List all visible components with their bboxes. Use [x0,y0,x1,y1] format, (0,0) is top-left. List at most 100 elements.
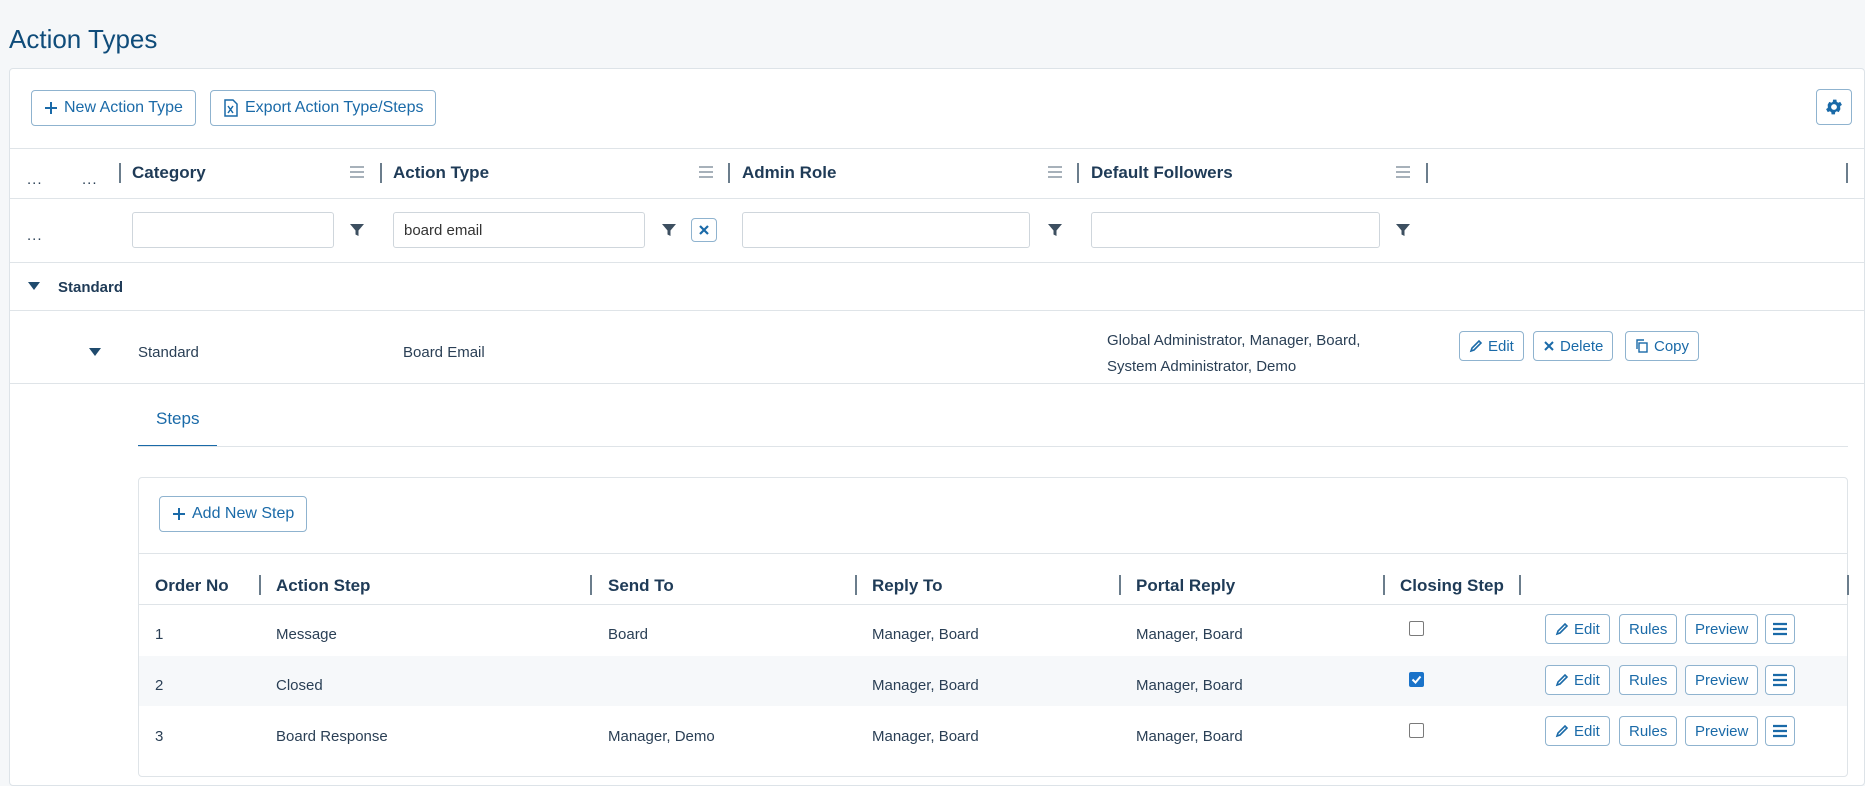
step-portal-reply: Manager, Board [1136,728,1243,745]
pencil-icon [1555,724,1569,738]
copy-button[interactable]: Copy [1625,331,1700,361]
step-send-to: Board [608,626,649,643]
order-no-column-header[interactable]: Order No [155,576,229,596]
action-types-card: New Action Type Export Action Type/Steps… [9,68,1865,786]
caret-down-icon[interactable] [88,347,102,357]
step-edit-label: Edit [1574,620,1600,638]
portal-reply-column-header[interactable]: Portal Reply [1136,576,1235,596]
step-reply-to: Manager, Board [872,677,979,694]
step-preview-label: Preview [1695,620,1749,638]
plus-icon [45,102,57,114]
check-icon [1411,675,1422,684]
export-label: Export Action Type/Steps [245,99,424,116]
delete-label: Delete [1560,337,1604,355]
action-type-filter-input[interactable] [393,212,645,248]
page-title: Action Types [9,24,158,54]
excel-file-icon [224,99,238,117]
step-rules-label: Rules [1629,722,1668,740]
filter-icon[interactable] [1395,222,1411,238]
step-edit-label: Edit [1574,671,1600,689]
action-type-column-header[interactable]: Action Type [393,163,489,183]
hamburger-icon [1773,622,1787,636]
step-order: 2 [155,677,164,694]
filter-icon[interactable] [1047,222,1063,238]
step-rules-button[interactable]: Rules [1619,614,1678,644]
copy-label: Copy [1654,337,1690,355]
close-icon [699,225,709,235]
category-column-header[interactable]: Category [132,163,206,183]
caret-down-icon[interactable] [27,281,41,291]
clear-filter-button[interactable] [691,218,717,242]
plus-icon [173,508,185,520]
copy-icon [1636,339,1648,353]
step-portal-reply: Manager, Board [1136,626,1243,643]
step-rules-button[interactable]: Rules [1619,716,1678,746]
default-followers-column-header[interactable]: Default Followers [1091,163,1233,183]
step-reply-to: Manager, Board [872,626,979,643]
closing-step-checkbox[interactable] [1409,672,1424,687]
edit-button[interactable]: Edit [1459,331,1524,361]
step-preview-button[interactable]: Preview [1685,716,1759,746]
send-to-column-header[interactable]: Send To [608,576,674,596]
step-send-to: Manager, Demo [608,728,715,745]
step-order: 3 [155,728,164,745]
step-preview-label: Preview [1695,722,1749,740]
column-menu-icon[interactable] [1047,165,1063,179]
default-followers-filter-input[interactable] [1091,212,1380,248]
column-menu-icon[interactable] [1395,165,1411,179]
closing-step-column-header[interactable]: Closing Step [1400,576,1504,596]
column-menu-icon[interactable] [698,165,714,179]
step-menu-button[interactable] [1765,716,1795,746]
admin-role-column-header[interactable]: Admin Role [742,163,836,183]
closing-step-checkbox[interactable] [1409,621,1424,636]
filter-icon[interactable] [349,222,365,238]
column-menu-icon[interactable] [349,165,365,179]
expand-column-header: ... [27,171,43,188]
step-edit-button[interactable]: Edit [1545,665,1610,695]
row-category: Standard [138,344,199,361]
step-menu-button[interactable] [1765,614,1795,644]
add-new-step-label: Add New Step [192,505,295,522]
step-name: Message [276,626,337,643]
gear-icon [1826,99,1842,115]
action-step-column-header[interactable]: Action Step [276,576,370,596]
filter-icon[interactable] [661,222,677,238]
tab-steps[interactable]: Steps [156,409,199,429]
step-preview-button[interactable]: Preview [1685,665,1759,695]
filter-row-dots: ... [27,227,43,244]
closing-step-checkbox[interactable] [1409,723,1424,738]
reply-to-column-header[interactable]: Reply To [872,576,943,596]
step-edit-button[interactable]: Edit [1545,614,1610,644]
settings-button[interactable] [1816,89,1852,125]
step-order: 1 [155,626,164,643]
step-name: Closed [276,677,323,694]
step-rules-label: Rules [1629,620,1668,638]
step-rules-label: Rules [1629,671,1668,689]
add-new-step-button[interactable]: Add New Step [159,496,308,532]
export-button[interactable]: Export Action Type/Steps [210,90,437,126]
row-followers-line2: System Administrator, Demo [1107,358,1297,375]
step-preview-label: Preview [1695,671,1749,689]
hamburger-icon [1773,724,1787,738]
pencil-icon [1555,622,1569,636]
close-icon [1544,341,1554,351]
row-followers-line1: Global Administrator, Manager, Board, [1107,332,1361,349]
step-menu-button[interactable] [1765,665,1795,695]
edit-label: Edit [1488,337,1514,355]
step-preview-button[interactable]: Preview [1685,614,1759,644]
step-edit-button[interactable]: Edit [1545,716,1610,746]
delete-button[interactable]: Delete [1533,331,1614,361]
step-rules-button[interactable]: Rules [1619,665,1678,695]
row-action-type: Board Email [403,344,485,361]
new-action-type-button[interactable]: New Action Type [31,90,196,126]
hamburger-icon [1773,673,1787,687]
step-edit-label: Edit [1574,722,1600,740]
category-filter-input[interactable] [132,212,334,248]
pencil-icon [1469,339,1483,353]
step-portal-reply: Manager, Board [1136,677,1243,694]
admin-role-filter-input[interactable] [742,212,1030,248]
steps-grid: Add New Step Order No Action Step Send T… [138,477,1849,777]
select-column-header: ... [82,171,98,188]
step-reply-to: Manager, Board [872,728,979,745]
group-label: Standard [58,279,124,296]
